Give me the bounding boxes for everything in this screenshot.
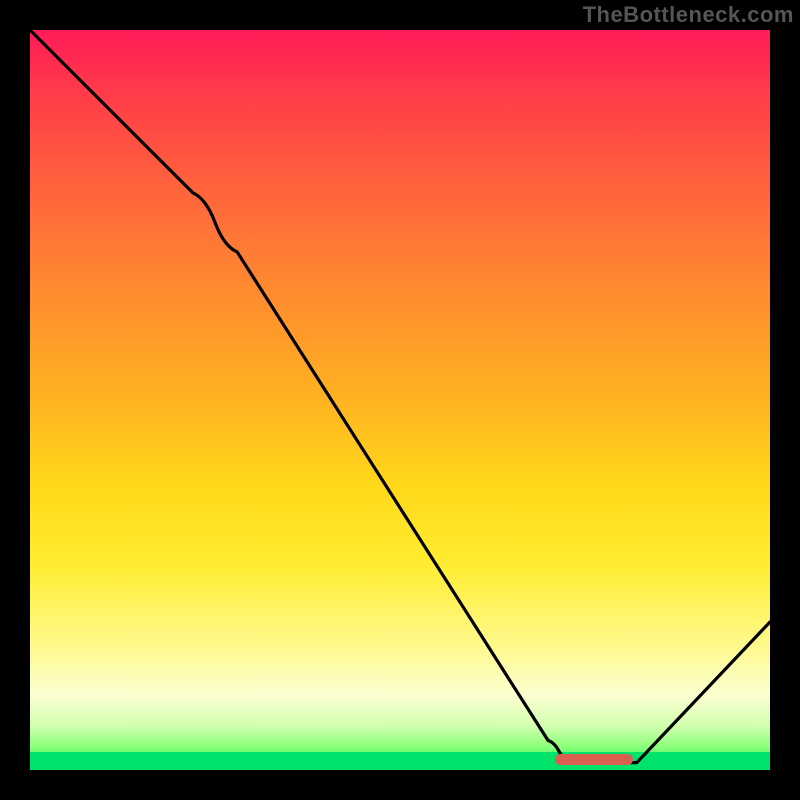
watermark-text: TheBottleneck.com bbox=[583, 2, 794, 28]
bottleneck-curve bbox=[30, 30, 770, 770]
plot-area bbox=[30, 30, 770, 770]
chart-frame: TheBottleneck.com bbox=[0, 0, 800, 800]
optimal-marker bbox=[555, 754, 633, 765]
